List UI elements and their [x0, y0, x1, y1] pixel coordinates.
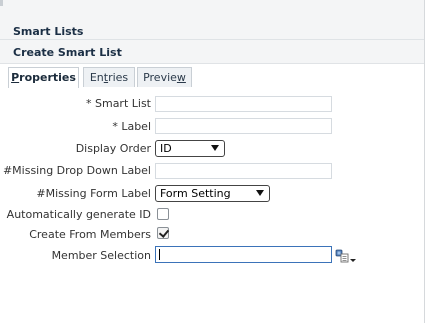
auto-generate-label: Automatically generate ID: [6, 208, 151, 221]
page-subtitle: Create Smart List: [13, 46, 122, 59]
smart-list-input[interactable]: [155, 96, 332, 112]
smart-list-dialog: Smart Lists Create Smart List Properties…: [0, 0, 425, 323]
tab-properties[interactable]: Properties: [8, 67, 79, 89]
display-order-select[interactable]: ID: [155, 140, 225, 157]
checkmark-icon: [158, 227, 170, 238]
label-input[interactable]: [155, 118, 332, 134]
create-from-members-label: Create From Members: [29, 228, 151, 241]
tab-preview[interactable]: Preview: [137, 67, 192, 87]
create-from-members-checkbox[interactable]: [157, 227, 170, 239]
tab-properties-accesskey: P: [11, 71, 20, 84]
missing-form-select[interactable]: Form Setting: [155, 185, 270, 202]
edge-marker: [0, 0, 3, 6]
missing-form-label: #Missing Form Label: [36, 187, 151, 200]
member-selector-icon[interactable]: [335, 248, 357, 264]
missing-drop-down-input[interactable]: [155, 163, 332, 179]
smart-list-label: * Smart List: [86, 97, 151, 110]
display-order-value: ID: [160, 142, 172, 155]
auto-generate-checkbox[interactable]: [157, 208, 169, 220]
tab-preview-accesskey: w: [176, 71, 186, 84]
missing-drop-down-label: #Missing Drop Down Label: [2, 164, 151, 177]
tab-entries[interactable]: Entries: [83, 67, 135, 87]
chevron-down-icon: [211, 145, 219, 151]
label-label: * Label: [112, 120, 151, 133]
member-selection-input[interactable]: [155, 246, 332, 263]
chevron-down-icon: [256, 190, 264, 196]
member-selection-label: Member Selection: [51, 249, 151, 262]
display-order-label: Display Order: [75, 142, 151, 155]
page-title: Smart Lists: [13, 25, 84, 38]
header-divider: [0, 39, 425, 40]
text-caret: [159, 249, 160, 260]
missing-form-value: Form Setting: [160, 187, 231, 200]
